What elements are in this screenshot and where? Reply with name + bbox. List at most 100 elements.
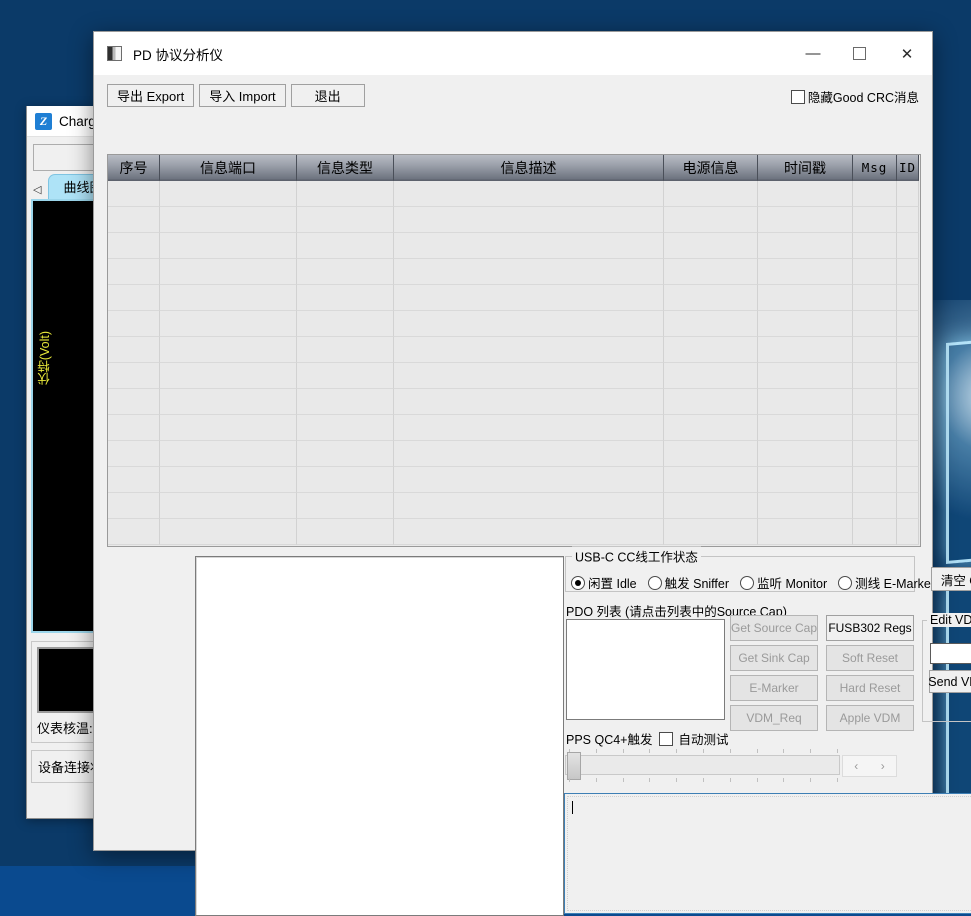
table-cell — [394, 337, 664, 363]
slider-tick — [596, 749, 597, 753]
pps-next-button[interactable]: › — [870, 756, 897, 776]
table-cell — [664, 519, 758, 545]
table-cell — [758, 285, 853, 311]
maximize-button[interactable] — [836, 32, 882, 75]
action-button-1[interactable]: FUSB302 Regs — [826, 615, 914, 641]
tab-scroll-left-icon[interactable]: ◁ — [31, 183, 45, 199]
cc-radio-3[interactable]: 测线 E-Marker — [838, 573, 935, 592]
slider-tick — [810, 778, 811, 782]
table-cell — [664, 467, 758, 493]
table-cell — [160, 493, 297, 519]
auto-test-label: 自动测试 — [679, 729, 729, 748]
table-header-6[interactable]: Msg — [853, 155, 897, 181]
message-table[interactable]: 序号信息端口信息类型信息描述电源信息时间戳MsgID — [107, 154, 921, 547]
table-cell — [394, 233, 664, 259]
slider-tick — [676, 778, 677, 782]
action-button-grid[interactable]: Get Source CapFUSB302 RegsGet Sink CapSo… — [730, 615, 914, 731]
table-cell — [664, 441, 758, 467]
table-cell — [897, 233, 919, 259]
pps-slider-track[interactable] — [565, 755, 840, 775]
pd-analyzer-window[interactable]: PD 协议分析仪 — ✕ 导出 Export 导入 Import 退出 隐藏Go… — [93, 31, 933, 851]
table-body[interactable] — [108, 181, 920, 545]
pps-slider[interactable] — [565, 749, 840, 782]
table-cell — [897, 389, 919, 415]
pps-slider-thumb[interactable] — [567, 752, 581, 780]
table-row[interactable] — [108, 207, 920, 233]
table-header-2[interactable]: 信息类型 — [297, 155, 394, 181]
export-button[interactable]: 导出 Export — [107, 84, 194, 107]
table-row[interactable] — [108, 441, 920, 467]
table-row[interactable] — [108, 311, 920, 337]
pps-prev-button[interactable]: ‹ — [843, 756, 870, 776]
cc-radio-1[interactable]: 触发 Sniffer — [648, 573, 729, 592]
table-cell — [297, 389, 394, 415]
hide-good-crc-checkbox[interactable]: 隐藏Good CRC消息 — [791, 87, 919, 106]
minimize-button[interactable]: — — [790, 32, 836, 75]
table-header-4[interactable]: 电源信息 — [664, 155, 758, 181]
table-row[interactable] — [108, 415, 920, 441]
table-cell — [108, 311, 160, 337]
table-row[interactable] — [108, 467, 920, 493]
wallpaper-window-pane-1 — [946, 325, 971, 564]
table-cell — [297, 415, 394, 441]
cc-radio-0[interactable]: 闲置 Idle — [571, 573, 637, 592]
table-row[interactable] — [108, 493, 920, 519]
table-cell — [160, 519, 297, 545]
table-row[interactable] — [108, 337, 920, 363]
table-header-3[interactable]: 信息描述 — [394, 155, 664, 181]
pd-window-titlebar[interactable]: PD 协议分析仪 — ✕ — [94, 32, 932, 75]
table-cell — [297, 285, 394, 311]
cc-state-radio-group[interactable]: 闲置 Idle 触发 Sniffer 监听 Monitor 测线 E-Marker — [571, 573, 935, 592]
table-cell — [108, 493, 160, 519]
table-cell — [853, 233, 897, 259]
message-detail-panel[interactable] — [195, 556, 564, 916]
table-row[interactable] — [108, 363, 920, 389]
table-cell — [758, 415, 853, 441]
clear-button[interactable]: 清空 Clear — [931, 567, 971, 591]
table-header-0[interactable]: 序号 — [108, 155, 160, 181]
radio-icon[interactable] — [571, 576, 585, 590]
radio-icon[interactable] — [740, 576, 754, 590]
table-cell — [108, 467, 160, 493]
console-textarea[interactable]: ⌃ ⌄ — [564, 793, 971, 914]
table-cell — [394, 441, 664, 467]
table-row[interactable] — [108, 519, 920, 545]
table-cell — [664, 181, 758, 207]
table-header-7[interactable]: ID — [897, 155, 919, 181]
slider-tick — [569, 778, 570, 782]
table-cell — [853, 389, 897, 415]
table-cell — [664, 259, 758, 285]
table-row[interactable] — [108, 181, 920, 207]
import-button[interactable]: 导入 Import — [199, 84, 285, 107]
slider-tick — [623, 749, 624, 753]
table-cell — [664, 337, 758, 363]
radio-icon[interactable] — [838, 576, 852, 590]
table-cell — [160, 363, 297, 389]
table-row[interactable] — [108, 389, 920, 415]
cc-radio-2[interactable]: 监听 Monitor — [740, 573, 827, 592]
table-cell — [394, 259, 664, 285]
send-vdm-button[interactable]: Send VDM — [929, 670, 971, 693]
checkbox-icon[interactable] — [791, 90, 805, 104]
table-cell — [664, 363, 758, 389]
table-row[interactable] — [108, 233, 920, 259]
exit-button[interactable]: 退出 — [291, 84, 365, 107]
table-cell — [664, 493, 758, 519]
table-cell — [758, 207, 853, 233]
radio-icon[interactable] — [648, 576, 662, 590]
table-header-5[interactable]: 时间戳 — [758, 155, 853, 181]
pps-stepper[interactable]: ‹ › — [842, 755, 897, 777]
pdo-list[interactable] — [566, 619, 725, 720]
table-header-1[interactable]: 信息端口 — [160, 155, 297, 181]
table-cell — [664, 415, 758, 441]
table-cell — [664, 285, 758, 311]
table-cell — [160, 233, 297, 259]
close-button[interactable]: ✕ — [882, 32, 932, 75]
table-row[interactable] — [108, 259, 920, 285]
slider-tick — [837, 778, 838, 782]
vdm-input-field[interactable] — [930, 643, 971, 664]
table-cell — [394, 493, 664, 519]
table-cell — [897, 519, 919, 545]
auto-test-checkbox-icon[interactable] — [659, 732, 673, 746]
table-row[interactable] — [108, 285, 920, 311]
